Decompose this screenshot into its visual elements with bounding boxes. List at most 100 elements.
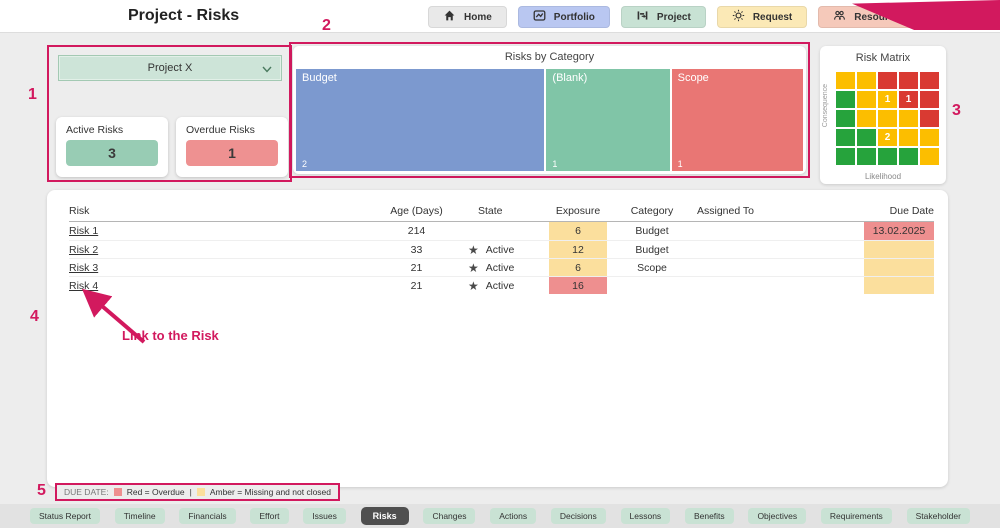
matrix-cell <box>836 148 855 165</box>
risk-exposure: 6 <box>549 222 607 240</box>
nav-request-label: Request <box>753 12 792 23</box>
nav-home-button[interactable]: Home <box>428 6 507 28</box>
tab-financials[interactable]: Financials <box>179 508 235 524</box>
treemap-panel: Risks by Category Budget 2 (Blank) 1 Sco… <box>293 46 806 174</box>
matrix-cell <box>899 110 918 127</box>
tab-status-report[interactable]: Status Report <box>30 508 100 524</box>
nav-project-label: Project <box>657 12 691 23</box>
tab-risks[interactable]: Risks <box>361 507 409 525</box>
annotation-number-5: 5 <box>37 482 46 500</box>
matrix-cell <box>920 110 939 127</box>
col-header-age[interactable]: Age (Days) <box>369 205 464 217</box>
matrix-cell <box>836 91 855 108</box>
page-title: Project - Risks <box>128 7 239 25</box>
matrix-cell <box>920 148 939 165</box>
col-header-category[interactable]: Category <box>607 205 697 217</box>
treemap-cell-label: Scope <box>672 69 803 84</box>
treemap-cell-count: 1 <box>552 159 557 169</box>
risk-category: Budget <box>607 225 697 237</box>
matrix-cell <box>920 129 939 146</box>
annotation-number-3: 3 <box>952 102 961 120</box>
header-bar: Project - Risks Home Portfolio Project R… <box>0 0 1000 33</box>
treemap-cell-label: Budget <box>296 69 544 84</box>
legend-prefix: DUE DATE: <box>64 487 109 497</box>
risk-matrix-grid: 11 2 <box>836 72 939 165</box>
project-icon <box>636 9 649 25</box>
annotation-number-2: 2 <box>322 17 331 35</box>
risk-category: Scope <box>607 262 697 274</box>
star-icon: ★ <box>468 261 479 275</box>
home-icon <box>443 9 456 25</box>
matrix-cell <box>920 72 939 89</box>
risk-due-date: 13.02.2025 <box>864 222 934 240</box>
matrix-cell <box>899 72 918 89</box>
treemap-cell-label: (Blank) <box>546 69 669 84</box>
matrix-cell <box>899 148 918 165</box>
due-date-legend: DUE DATE: Red = Overdue | Amber = Missin… <box>55 483 340 501</box>
nav-portfolio-button[interactable]: Portfolio <box>518 6 610 28</box>
risk-exposure: 6 <box>549 259 607 276</box>
matrix-cell <box>857 110 876 127</box>
tab-effort[interactable]: Effort <box>250 508 288 524</box>
risk-link[interactable]: Risk 2 <box>69 244 98 256</box>
tab-issues[interactable]: Issues <box>303 508 346 524</box>
nav-project-button[interactable]: Project <box>621 6 706 28</box>
col-header-state[interactable]: State <box>464 205 549 217</box>
risk-link[interactable]: Risk 3 <box>69 262 98 274</box>
tab-objectives[interactable]: Objectives <box>748 508 806 524</box>
treemap-cell-blank[interactable]: (Blank) 1 <box>546 69 669 171</box>
nav-home-label: Home <box>464 12 492 23</box>
project-dropdown-value: Project X <box>148 62 193 74</box>
kpi-card-active-risks: Active Risks 3 <box>56 117 168 177</box>
risk-state-label: Active <box>486 280 515 292</box>
treemap-cell-budget[interactable]: Budget 2 <box>296 69 544 171</box>
matrix-cell-count[interactable]: 2 <box>878 129 897 146</box>
kpi-overdue-risks-label: Overdue Risks <box>186 124 288 136</box>
risk-matrix-title: Risk Matrix <box>820 46 946 64</box>
risk-matrix-y-axis-label: Consequence <box>822 84 829 127</box>
nav-portfolio-label: Portfolio <box>554 12 595 23</box>
tab-requirements[interactable]: Requirements <box>821 508 892 524</box>
project-dropdown[interactable]: Project X <box>58 55 282 81</box>
risk-due-date <box>864 241 934 258</box>
col-header-assigned-to[interactable]: Assigned To <box>697 205 817 217</box>
treemap-cell-scope[interactable]: Scope 1 <box>672 69 803 171</box>
kpi-active-risks-label: Active Risks <box>66 124 168 136</box>
annotation-number-1: 1 <box>28 86 37 104</box>
top-nav: Home Portfolio Project Request Resource <box>428 6 915 28</box>
amber-swatch-icon <box>197 488 205 496</box>
risk-exposure: 12 <box>549 241 607 258</box>
tab-decisions[interactable]: Decisions <box>551 508 606 524</box>
risk-exposure: 16 <box>549 277 607 294</box>
risk-state: ★Active <box>464 243 549 257</box>
tab-actions[interactable]: Actions <box>490 508 536 524</box>
table-row: Risk 2 33 ★Active 12 Budget <box>69 240 934 258</box>
matrix-cell-count[interactable]: 1 <box>899 91 918 108</box>
matrix-cell <box>836 110 855 127</box>
col-header-exposure[interactable]: Exposure <box>549 205 607 217</box>
red-swatch-icon <box>114 488 122 496</box>
matrix-cell <box>836 129 855 146</box>
tab-benefits[interactable]: Benefits <box>685 508 734 524</box>
matrix-cell <box>857 72 876 89</box>
treemap-cell-count: 2 <box>302 159 307 169</box>
tab-timeline[interactable]: Timeline <box>115 508 165 524</box>
risk-due-date <box>864 259 934 276</box>
col-header-risk[interactable]: Risk <box>69 205 369 217</box>
matrix-cell <box>878 148 897 165</box>
matrix-cell <box>836 72 855 89</box>
tab-lessons[interactable]: Lessons <box>621 508 671 524</box>
col-header-due-date[interactable]: Due Date <box>864 205 934 217</box>
risk-matrix-panel: Risk Matrix Consequence 11 2 Likelihood <box>820 46 946 184</box>
tab-changes[interactable]: Changes <box>423 508 475 524</box>
tab-stakeholder[interactable]: Stakeholder <box>907 508 970 524</box>
portfolio-icon <box>533 9 546 25</box>
risk-link[interactable]: Risk 1 <box>69 225 98 237</box>
matrix-cell <box>857 129 876 146</box>
nav-request-button[interactable]: Request <box>717 6 807 28</box>
risk-age: 21 <box>369 262 464 274</box>
risk-matrix-x-axis-label: Likelihood <box>820 172 946 181</box>
matrix-cell-count[interactable]: 1 <box>878 91 897 108</box>
matrix-cell <box>878 110 897 127</box>
annotation-number-4: 4 <box>30 308 39 326</box>
